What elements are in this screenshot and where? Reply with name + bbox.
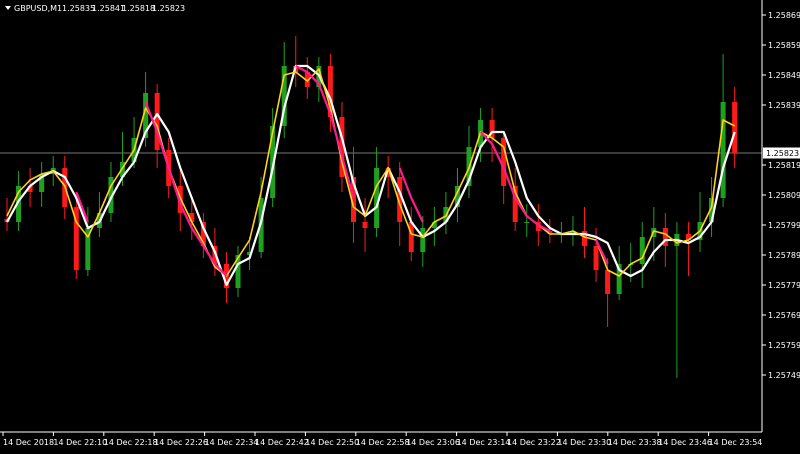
- candle-body: [524, 222, 530, 223]
- candle-body: [154, 93, 160, 150]
- y-tick-label: 1.25769: [768, 311, 800, 320]
- chart-header: GBPUSD,M1 1.25835 1.25841 1.25818 1.2582…: [5, 4, 185, 13]
- candle-body: [362, 222, 368, 228]
- x-tick-label: 14 Dec 22:26: [154, 438, 208, 447]
- current-price-label: 1.25823: [766, 149, 799, 158]
- x-tick-label: 14 Dec 22:18: [104, 438, 158, 447]
- price-chart[interactable]: GBPUSD,M1 1.25835 1.25841 1.25818 1.2582…: [0, 0, 800, 454]
- x-tick-label: 14 Dec 22:50: [305, 438, 359, 447]
- candle-body: [639, 237, 645, 264]
- chart-window: GBPUSD,M1 1.25835 1.25841 1.25818 1.2582…: [0, 0, 800, 454]
- y-tick-label: 1.25799: [768, 221, 800, 230]
- x-tick-label: 14 Dec 22:42: [255, 438, 309, 447]
- ohlc-close: 1.25823: [152, 4, 185, 13]
- x-tick-label: 14 Dec 22:10: [53, 438, 107, 447]
- x-tick-label: 14 Dec 2018: [3, 438, 54, 447]
- candle-body: [720, 102, 726, 198]
- ohlc-open: 1.25835: [62, 4, 95, 13]
- candle-body: [593, 246, 599, 270]
- y-tick-label: 1.25869: [768, 11, 800, 20]
- x-tick-label: 14 Dec 23:22: [507, 438, 561, 447]
- y-tick-label: 1.25809: [768, 191, 800, 200]
- y-tick-label: 1.25849: [768, 71, 800, 80]
- x-tick-label: 14 Dec 23:46: [658, 438, 712, 447]
- candle-body: [408, 222, 414, 252]
- y-tick-label: 1.25839: [768, 101, 800, 110]
- y-tick-label: 1.25779: [768, 281, 800, 290]
- ohlc-high: 1.25841: [92, 4, 125, 13]
- x-tick-label: 14 Dec 23:14: [457, 438, 511, 447]
- y-tick-label: 1.25749: [768, 371, 800, 380]
- candle-body: [732, 102, 738, 153]
- x-tick-label: 14 Dec 23:54: [709, 438, 763, 447]
- ohlc-low: 1.25818: [122, 4, 155, 13]
- candle-body: [605, 270, 611, 294]
- x-tick-label: 14 Dec 23:06: [406, 438, 460, 447]
- x-tick-label: 14 Dec 22:58: [356, 438, 410, 447]
- x-tick-label: 14 Dec 23:30: [557, 438, 611, 447]
- y-tick-label: 1.25759: [768, 341, 800, 350]
- candle-body: [420, 228, 426, 252]
- y-tick-label: 1.25789: [768, 251, 800, 260]
- x-tick-label: 14 Dec 23:38: [608, 438, 662, 447]
- y-tick-label: 1.25859: [768, 41, 800, 50]
- x-tick-label: 14 Dec 22:34: [205, 438, 259, 447]
- symbol-label: GBPUSD,M1: [14, 4, 62, 13]
- y-tick-label: 1.25819: [768, 161, 800, 170]
